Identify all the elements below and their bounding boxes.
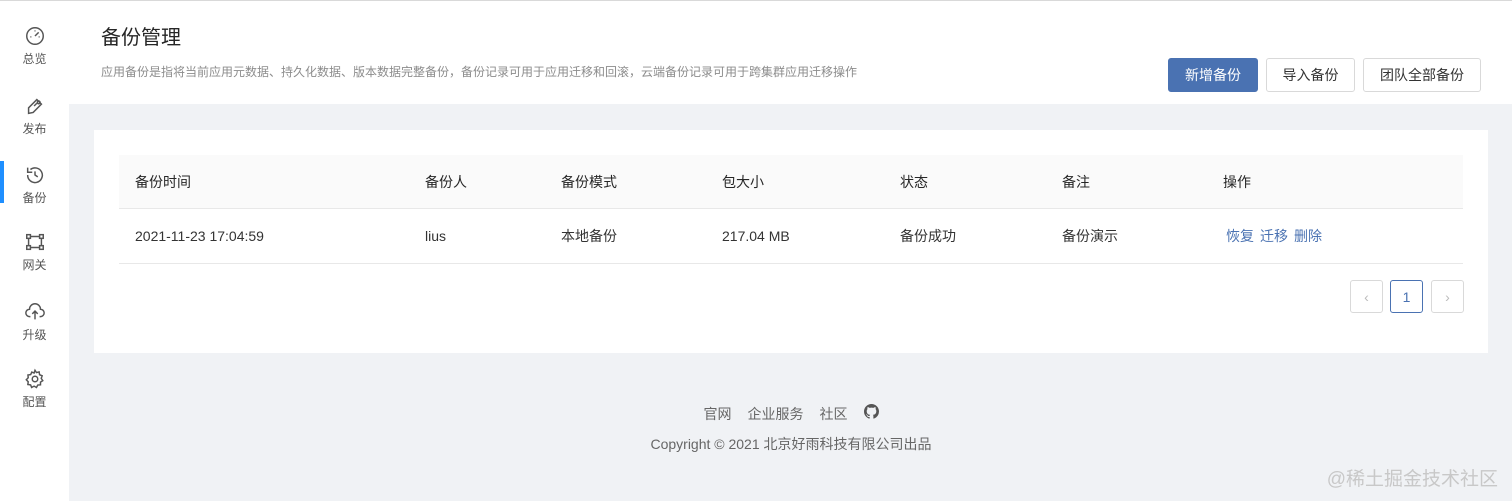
column-header-size: 包大小 bbox=[722, 173, 764, 190]
sidebar-item-label: 备份 bbox=[22, 191, 47, 205]
table-row: 2021-11-23 17:04:59 lius 本地备份 217.04 MB … bbox=[119, 209, 1463, 264]
table-header: 备份时间 备份人 备份模式 包大小 状态 备注 操作 bbox=[119, 155, 1463, 209]
sidebar-item-label: 网关 bbox=[22, 258, 47, 272]
settings-icon bbox=[24, 368, 44, 389]
prev-page-button[interactable]: ‹ bbox=[1350, 280, 1383, 313]
add-backup-button[interactable]: 新增备份 bbox=[1168, 58, 1258, 92]
backup-card: 备份时间 备份人 备份模式 包大小 状态 备注 操作 2021-11-23 17… bbox=[94, 130, 1488, 353]
column-header-status: 状态 bbox=[900, 173, 928, 190]
sidebar-item-gateway[interactable]: 网关 bbox=[0, 222, 69, 282]
footer-link-community[interactable]: 社区 bbox=[820, 404, 848, 424]
page-description: 应用备份是指将当前应用元数据、持久化数据、版本数据完整备份，备份记录可用于应用迁… bbox=[101, 65, 858, 79]
restore-link[interactable]: 恢复 bbox=[1226, 226, 1254, 246]
footer-link-enterprise[interactable]: 企业服务 bbox=[748, 404, 804, 424]
sidebar-item-backup[interactable]: 备份 bbox=[0, 155, 69, 215]
page-title: 备份管理 bbox=[101, 27, 181, 49]
cell-note: 备份演示 bbox=[1062, 228, 1118, 244]
column-header-time: 备份时间 bbox=[135, 173, 191, 190]
next-page-button[interactable]: › bbox=[1431, 280, 1464, 313]
cell-actions: 恢复 迁移 删除 bbox=[1226, 209, 1328, 263]
publish-icon bbox=[27, 98, 42, 115]
sidebar-item-label: 发布 bbox=[22, 122, 47, 136]
sidebar-item-upgrade[interactable]: 升级 bbox=[0, 292, 69, 352]
sidebar-item-overview[interactable]: 总览 bbox=[0, 16, 69, 76]
page-header: 备份管理 应用备份是指将当前应用元数据、持久化数据、版本数据完整备份，备份记录可… bbox=[69, 1, 1512, 104]
dashboard-icon bbox=[25, 27, 44, 45]
column-header-user: 备份人 bbox=[425, 173, 467, 190]
delete-link[interactable]: 删除 bbox=[1294, 226, 1322, 246]
cell-user: lius bbox=[425, 228, 447, 244]
column-header-mode: 备份模式 bbox=[561, 173, 617, 190]
sidebar: 总览 发布 备份 网关 升级 配置 bbox=[0, 1, 69, 501]
upgrade-icon bbox=[24, 303, 45, 320]
migrate-link[interactable]: 迁移 bbox=[1260, 226, 1288, 246]
import-backup-button[interactable]: 导入备份 bbox=[1266, 58, 1355, 92]
github-icon[interactable] bbox=[863, 404, 879, 424]
cell-mode: 本地备份 bbox=[561, 228, 617, 244]
footer-links: 官网 企业服务 社区 bbox=[0, 404, 1512, 424]
watermark: @稀土掘金技术社区 bbox=[1326, 469, 1498, 490]
sidebar-item-label: 升级 bbox=[22, 328, 47, 342]
team-all-backups-button[interactable]: 团队全部备份 bbox=[1363, 58, 1481, 92]
cell-status: 备份成功 bbox=[900, 228, 956, 244]
copyright-text: Copyright © 2021 北京好雨科技有限公司出品 bbox=[650, 436, 932, 452]
column-header-actions: 操作 bbox=[1223, 173, 1251, 190]
footer-link-official[interactable]: 官网 bbox=[704, 404, 732, 424]
backup-icon bbox=[26, 167, 43, 184]
gateway-icon bbox=[25, 233, 44, 251]
cell-size: 217.04 MB bbox=[722, 228, 790, 244]
sidebar-item-publish[interactable]: 发布 bbox=[0, 86, 69, 146]
page-1-button[interactable]: 1 bbox=[1390, 280, 1423, 313]
backup-table: 备份时间 备份人 备份模式 包大小 状态 备注 操作 2021-11-23 17… bbox=[119, 155, 1463, 264]
column-header-note: 备注 bbox=[1062, 173, 1090, 190]
sidebar-item-label: 总览 bbox=[22, 52, 47, 66]
cell-time: 2021-11-23 17:04:59 bbox=[135, 228, 264, 244]
